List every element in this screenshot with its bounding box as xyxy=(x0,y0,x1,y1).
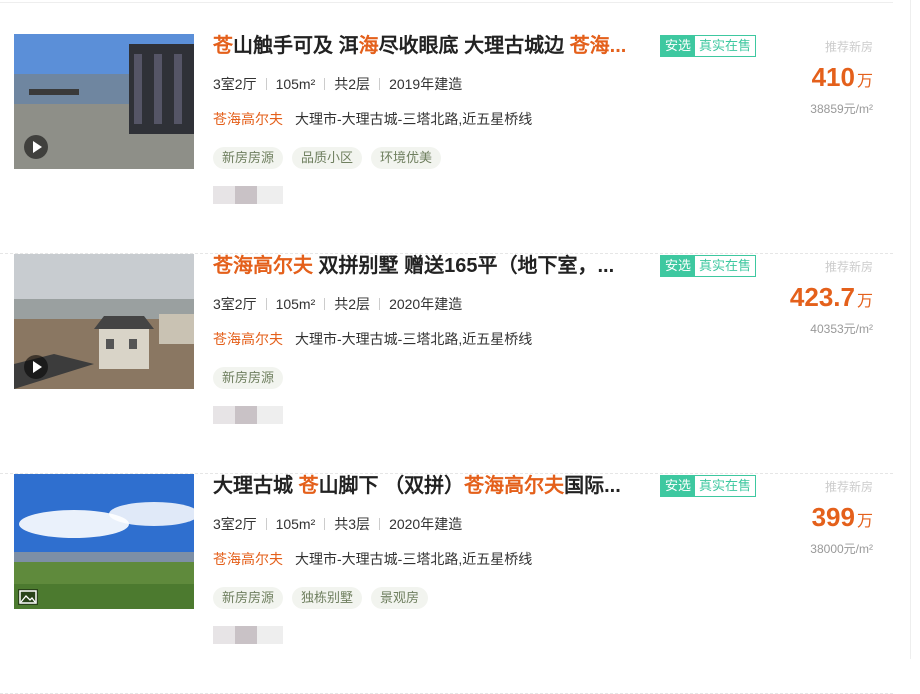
play-icon[interactable] xyxy=(24,355,48,379)
price-value: 410 xyxy=(811,62,855,92)
address-text: 大理市-大理古城-三塔北路,近五星桥线 xyxy=(295,111,533,127)
community-link[interactable]: 苍海高尔夫 xyxy=(213,551,283,567)
floors: 共3层 xyxy=(334,516,371,532)
badge-real-sale: 真实在售 xyxy=(695,256,756,276)
title-segment: 山脚下 （双拼） xyxy=(318,475,465,497)
unit-price: 38859元/m² xyxy=(810,102,873,116)
feature-tag[interactable]: 新房房源 xyxy=(213,147,284,169)
title-segment: 大理古城 xyxy=(213,475,299,497)
address-line: 苍海高尔夫 大理市-大理古城-三塔北路,近五星桥线 xyxy=(213,549,532,569)
badge-select: 安选 xyxy=(661,36,696,56)
info-divider xyxy=(265,78,267,90)
title-segment: 双拼别墅 赠送165平（地下室，... xyxy=(313,255,615,277)
community-link[interactable]: 苍海高尔夫 xyxy=(213,331,283,347)
title-segment: 国际... xyxy=(564,475,621,497)
feature-tag[interactable]: 环境优美 xyxy=(371,147,442,169)
info-divider xyxy=(265,518,267,530)
badge-select: 安选 xyxy=(661,476,696,496)
total-price: 399 万 xyxy=(812,502,873,533)
tag-list: 新房房源 品质小区 环境优美 xyxy=(213,147,442,169)
feature-tag[interactable]: 新房房源 xyxy=(213,587,284,609)
listing-badges: 安选 真实在售 xyxy=(660,255,757,277)
total-price: 423.7 万 xyxy=(790,282,873,313)
play-icon[interactable] xyxy=(24,135,48,159)
picture-icon[interactable] xyxy=(18,589,38,605)
info-divider xyxy=(379,78,381,90)
floors: 共2层 xyxy=(334,296,371,312)
room-layout: 3室2厅 xyxy=(213,76,257,92)
address-text: 大理市-大理古城-三塔北路,近五星桥线 xyxy=(295,331,533,347)
title-segment: 苍海高尔夫 xyxy=(213,255,313,277)
property-info: 3室2厅 105m² 共2层 2019年建造 xyxy=(213,74,462,94)
price-unit: 万 xyxy=(856,293,873,310)
room-layout: 3室2厅 xyxy=(213,516,257,532)
listing-title[interactable]: 苍海高尔夫 双拼别墅 赠送165平（地下室，... xyxy=(213,252,638,280)
area: 105m² xyxy=(275,76,316,92)
listing-thumbnail[interactable] xyxy=(14,254,194,389)
build-year: 2020年建造 xyxy=(389,296,463,312)
address-line: 苍海高尔夫 大理市-大理古城-三塔北路,近五星桥线 xyxy=(213,329,532,349)
price-unit: 万 xyxy=(856,73,873,90)
badge-select: 安选 xyxy=(661,256,696,276)
info-divider xyxy=(265,298,267,310)
feature-tag[interactable]: 景观房 xyxy=(371,587,429,609)
title-segment: 尽收眼底 大理古城边 xyxy=(378,35,570,57)
price-value: 399 xyxy=(811,502,855,532)
listing-card[interactable]: 大理古城 苍山脚下 （双拼）苍海高尔夫国际... 安选 真实在售 推荐新房 39… xyxy=(0,474,893,694)
feature-tag[interactable]: 品质小区 xyxy=(292,147,363,169)
title-segment: 苍 xyxy=(298,475,319,497)
listing-thumbnail[interactable] xyxy=(14,474,194,609)
info-divider xyxy=(324,298,326,310)
listing-title[interactable]: 苍山触手可及 洱海尽收眼底 大理古城边 苍海... xyxy=(213,32,638,60)
unit-price: 38000元/m² xyxy=(810,542,873,556)
top-divider xyxy=(0,2,893,3)
floors: 共2层 xyxy=(334,76,371,92)
info-divider xyxy=(324,78,326,90)
tag-list: 新房房源 xyxy=(213,367,284,389)
tag-list: 新房房源 独栋别墅 景观房 xyxy=(213,587,429,609)
listing-card[interactable]: 苍海高尔夫 双拼别墅 赠送165平（地下室，... 安选 真实在售 推荐新房 4… xyxy=(0,254,893,474)
title-segment: 山触手可及 洱 xyxy=(233,35,359,57)
property-info: 3室2厅 105m² 共2层 2020年建造 xyxy=(213,294,462,314)
agent-avatar-blurred[interactable] xyxy=(213,626,283,644)
unit-price: 40353元/m² xyxy=(810,322,873,336)
property-info: 3室2厅 105m² 共3层 2020年建造 xyxy=(213,514,462,534)
room-layout: 3室2厅 xyxy=(213,296,257,312)
feature-tag[interactable]: 新房房源 xyxy=(213,367,284,389)
badge-real-sale: 真实在售 xyxy=(695,476,756,496)
build-year: 2019年建造 xyxy=(389,76,463,92)
address-line: 苍海高尔夫 大理市-大理古城-三塔北路,近五星桥线 xyxy=(213,109,532,129)
listing-card[interactable]: 苍山触手可及 洱海尽收眼底 大理古城边 苍海... 安选 真实在售 推荐新房 4… xyxy=(0,34,893,254)
info-divider xyxy=(324,518,326,530)
agent-avatar-blurred[interactable] xyxy=(213,406,283,424)
feature-tag[interactable]: 独栋别墅 xyxy=(292,587,363,609)
title-segment: 苍海... xyxy=(569,35,627,57)
address-text: 大理市-大理古城-三塔北路,近五星桥线 xyxy=(295,551,533,567)
total-price: 410 万 xyxy=(812,62,873,93)
info-divider xyxy=(379,298,381,310)
title-segment: 苍海高尔夫 xyxy=(464,475,565,497)
build-year: 2020年建造 xyxy=(389,516,463,532)
recommend-label: 推荐新房 xyxy=(824,40,873,54)
listing-title[interactable]: 大理古城 苍山脚下 （双拼）苍海高尔夫国际... xyxy=(213,472,638,500)
agent-avatar-blurred[interactable] xyxy=(213,186,283,204)
community-link[interactable]: 苍海高尔夫 xyxy=(213,111,283,127)
title-segment: 苍 xyxy=(213,35,233,57)
listing-badges: 安选 真实在售 xyxy=(660,475,757,497)
recommend-label: 推荐新房 xyxy=(824,260,873,274)
price-unit: 万 xyxy=(856,513,873,530)
right-scroll-edge xyxy=(910,0,911,659)
listing-thumbnail[interactable] xyxy=(14,34,194,169)
area: 105m² xyxy=(275,296,316,312)
listing-badges: 安选 真实在售 xyxy=(660,35,757,57)
info-divider xyxy=(379,518,381,530)
title-segment: 海 xyxy=(358,35,379,57)
badge-real-sale: 真实在售 xyxy=(695,36,756,56)
price-value: 423.7 xyxy=(789,282,855,312)
recommend-label: 推荐新房 xyxy=(824,480,873,494)
area: 105m² xyxy=(275,516,316,532)
property-photo xyxy=(14,474,194,609)
